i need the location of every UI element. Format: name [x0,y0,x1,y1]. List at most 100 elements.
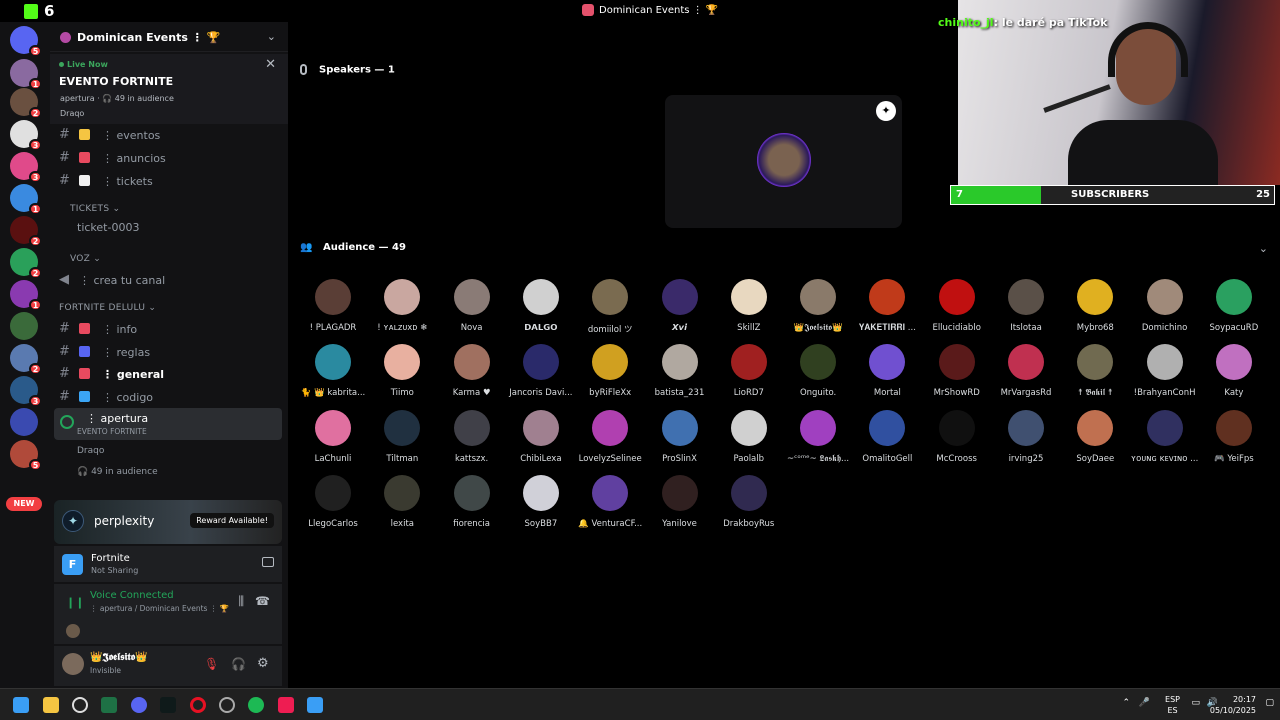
audience-member[interactable]: irving25 [992,409,1060,464]
audience-member[interactable]: ʏᴏᴜɴɢ ᴋᴇᴠɪɴᴏ ... [1131,409,1199,464]
audience-member[interactable]: domiilol ツ [576,279,644,335]
audience-member[interactable]: LaChunli [299,409,367,464]
channel-ticket[interactable]: ticket-0003 [77,221,139,234]
mic-icon[interactable]: 🎤 [1139,698,1150,708]
audience-member[interactable]: 🎮 YeiFps [1200,409,1268,464]
server-icon[interactable]: 3 [10,376,42,407]
channel-general[interactable]: # ⋮ general [59,365,281,385]
audience-member[interactable]: ProSlinX [646,409,714,464]
clock[interactable]: 20:17 05/10/2025 [1210,694,1256,716]
channel-reglas[interactable]: # ⋮ reglas [59,343,281,363]
mute-icon[interactable]: 🎙 [204,657,219,671]
voice-status[interactable]: Voice Connected [90,590,174,601]
server-header[interactable]: Dominican Events ⋮ 🏆 ⌄ [50,22,288,52]
audience-member[interactable]: Onguito. [784,344,852,398]
audience-member[interactable]: Domichino [1131,279,1199,333]
audience-member[interactable]: Ellucidiablo [923,279,991,333]
server-icon[interactable]: 3 [10,152,42,183]
audience-member[interactable]: ☨ 𝕭𝖆𝖐𝖎𝖑 ☨ [1061,344,1129,398]
audience-member[interactable]: OmalitoGell [853,409,921,464]
excel-icon[interactable] [101,697,117,713]
audience-member[interactable]: SoyBB7 [507,474,575,529]
audience-member[interactable]: byRiFleXx [576,344,644,398]
server-icon[interactable]: 2 [10,88,42,119]
app-icon[interactable] [72,697,88,713]
spotify-icon[interactable] [248,697,264,713]
opera-icon[interactable] [190,697,206,713]
category-fortnite[interactable]: FORTNITE DELULU ⌄ [59,303,156,313]
stage-channel-apertura[interactable]: ⋮ apertura EVENTO FORTNITE [54,408,282,440]
activity-panel[interactable]: F Fortnite Not Sharing [54,546,282,582]
audience-member[interactable]: ! ʏᴀʟᴢᴜxᴅ ❄ [368,279,436,333]
stage-host[interactable]: Draqo [77,446,104,456]
chevron-up-icon[interactable]: ⌃ [1122,698,1130,708]
audience-member[interactable]: DrakboyRus [715,474,783,529]
audience-member[interactable]: Mortal [853,344,921,398]
audience-member[interactable]: ChibiLexa [507,409,575,464]
noise-suppression-icon[interactable]: ⫼ [238,594,244,609]
promo-banner[interactable]: ✦ perplexity Reward Available! [54,500,282,544]
reward-button[interactable]: Reward Available! [190,513,274,528]
server-icon[interactable]: 2 [10,248,42,279]
server-icon[interactable]: 3 [10,120,42,151]
channel-codigo[interactable]: # ⋮ codigo [59,388,281,408]
category-voz[interactable]: VOZ ⌄ [70,254,101,264]
audience-member[interactable]: SoyDaee [1061,409,1129,464]
audience-member[interactable]: 👑𝕵𝖔𝖊𝖑𝖘𝖎𝖙𝖔👑 [784,279,852,333]
audience-member[interactable]: LioRD7 [715,344,783,398]
app-icon[interactable] [219,697,235,713]
signal-icon[interactable]: ❙❙ [66,596,84,609]
server-icon[interactable] [10,312,38,340]
channel-eventos[interactable]: # ⋮ eventos [59,126,281,146]
audience-member[interactable]: MrVargasRd [992,344,1060,398]
audience-member[interactable]: SoypacuRD [1200,279,1268,333]
audience-member[interactable]: 𝐘𝐀𝐊𝐄𝐓𝐈𝐑𝐑𝐈 ... [853,279,921,333]
fortnite-icon[interactable] [307,697,323,713]
audience-member[interactable]: lexita [368,474,436,529]
speaker-tile[interactable]: ✦ [665,95,902,228]
disconnect-icon[interactable]: ☎ [255,594,270,608]
screen-share-icon[interactable] [262,557,274,567]
channel-info[interactable]: # ⋮ info [59,320,281,340]
chevron-down-icon[interactable]: ⌄ [1259,242,1268,255]
username[interactable]: 👑𝕵𝖔𝖊𝖑𝖘𝖎𝖙𝖔👑 [90,652,148,663]
close-icon[interactable]: ✕ [265,57,276,72]
server-icon[interactable]: 5 [10,440,42,471]
server-icon[interactable]: 2 [10,216,42,247]
tiktok-icon[interactable] [278,697,294,713]
audience-member[interactable]: Karma ♥ [438,344,506,398]
chevron-down-icon[interactable]: ⌄ [267,30,276,43]
audience-member[interactable]: McCrooss [923,409,991,464]
server-icon[interactable]: 1 [10,59,42,90]
audience-member[interactable]: Paolalb [715,409,783,464]
audience-member[interactable]: ~ᶜᵒᵐᵉ~ 𝕷𝖆𝖘𝖐𝖍... [784,409,852,464]
voice-location[interactable]: ⋮ apertura / Dominican Events ⋮ 🏆 [90,604,229,613]
language-indicator[interactable]: ESP ES [1165,694,1180,716]
audience-member[interactable]: Nova [438,279,506,333]
audience-member[interactable]: Tiimo [368,344,436,398]
channel-tickets[interactable]: # ⋮ tickets [59,172,281,192]
audience-member[interactable]: Katy [1200,344,1268,398]
windows-start-icon[interactable] [13,697,29,713]
audience-member[interactable]: Jancoris Davi... [507,344,575,398]
audience-member[interactable]: ! PLAGADR [299,279,367,333]
audience-member[interactable]: batista_231 [646,344,714,398]
audience-member[interactable]: MrShowRD [923,344,991,398]
server-icon[interactable] [10,408,38,436]
audience-member[interactable]: Mybro68 [1061,279,1129,333]
audience-member[interactable]: kattszx. [438,409,506,464]
obs-icon[interactable] [160,697,176,713]
avatar[interactable] [66,624,80,638]
server-icon[interactable]: 1 [10,280,42,311]
audience-member[interactable]: Yanilove [646,474,714,529]
gear-icon[interactable]: ⚙ [257,656,269,671]
headphones-icon[interactable]: 🎧 [231,657,246,671]
audience-member[interactable]: SkillZ [715,279,783,333]
live-event-card[interactable]: Live Now EVENTO FORTNITE ✕ apertura · 🎧 … [50,54,288,124]
file-explorer-icon[interactable] [43,697,59,713]
audience-member[interactable]: Itslotaa [992,279,1060,333]
audience-member[interactable]: fiorencia [438,474,506,529]
audience-member[interactable]: 𝗗𝗔𝗟𝗚𝗢 [507,279,575,333]
audience-member[interactable]: LlegoCarlos [299,474,367,529]
audience-member[interactable]: 🐈 👑 kabrita... [299,344,367,398]
